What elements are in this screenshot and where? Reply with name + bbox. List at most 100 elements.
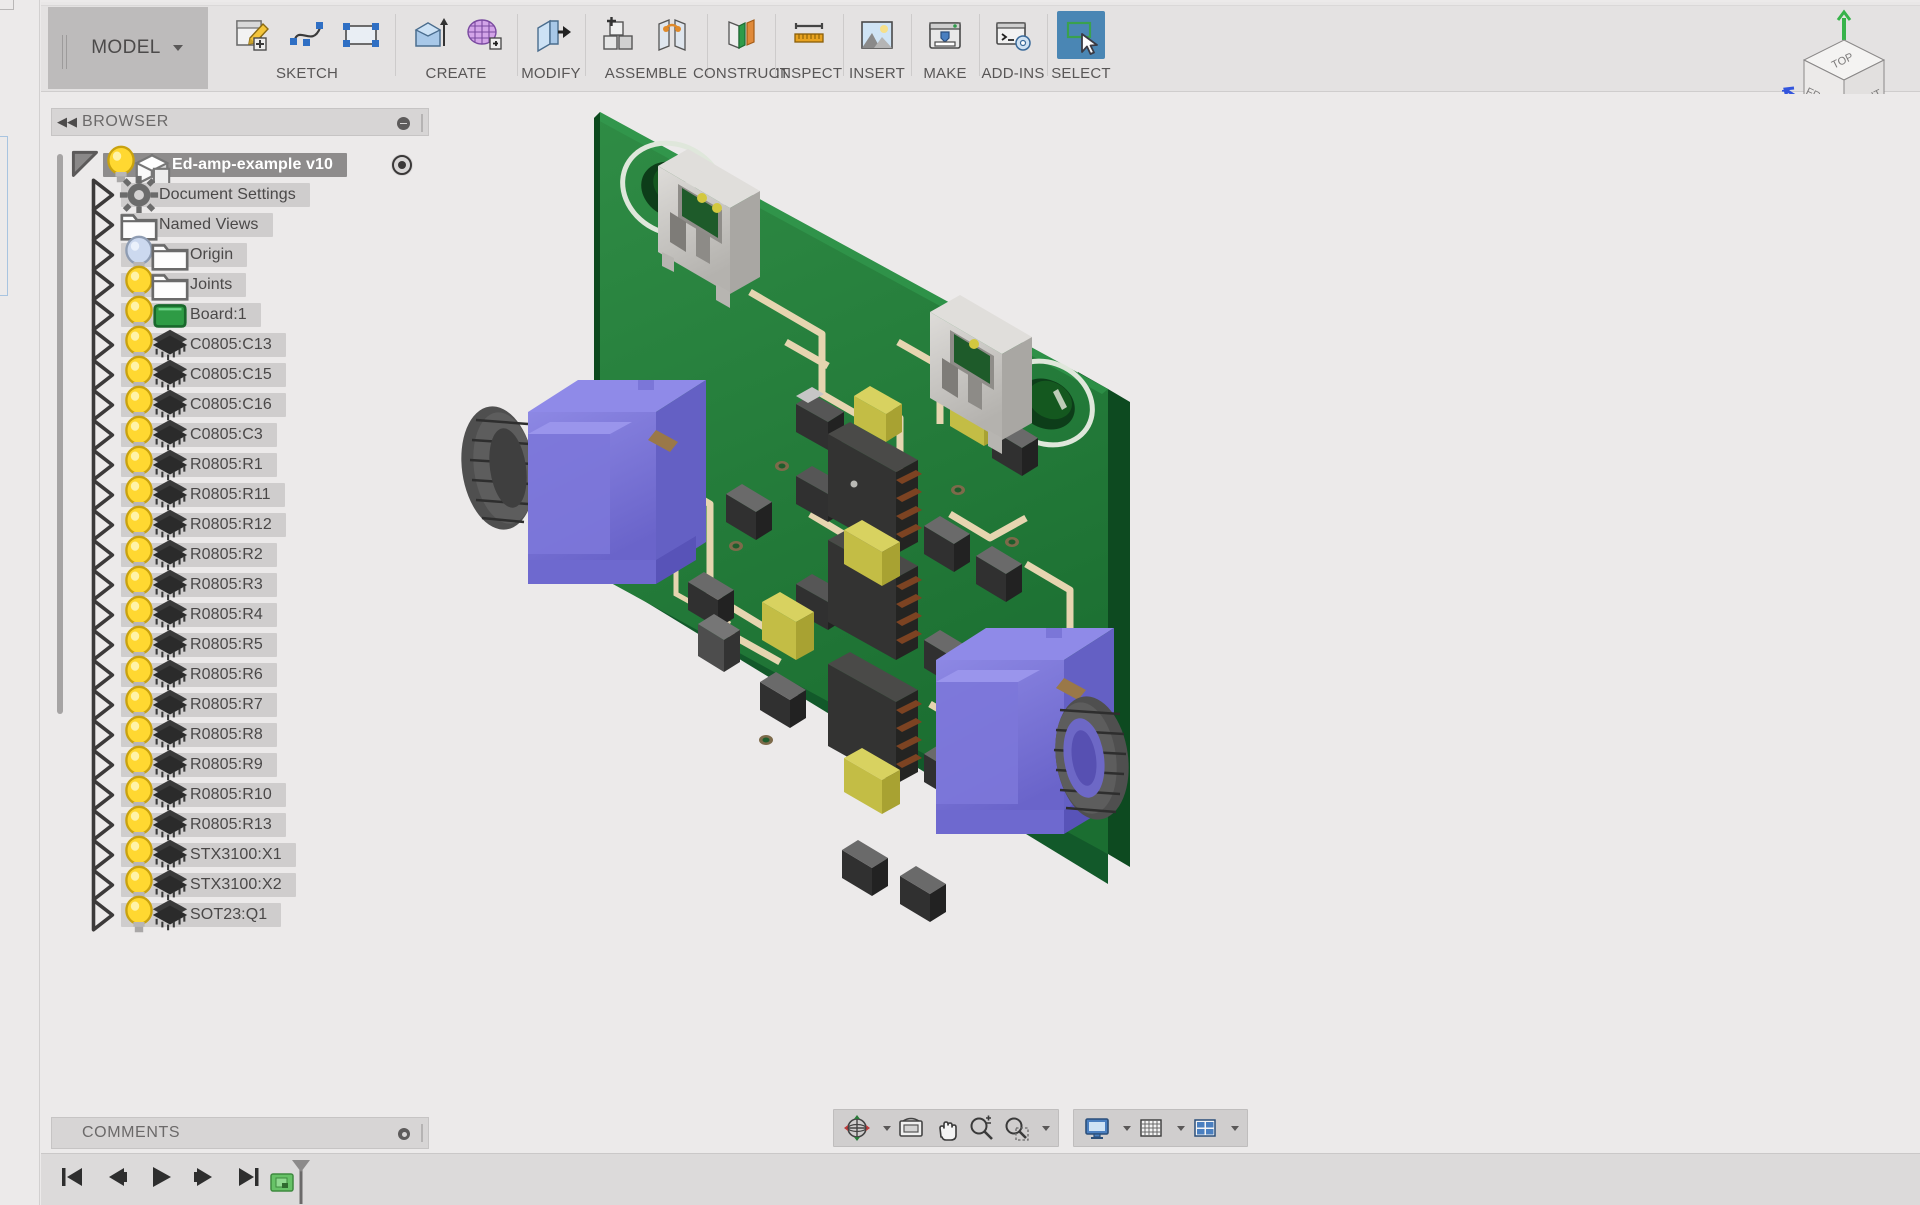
go-to-end-button[interactable]	[233, 1162, 263, 1192]
tree-item[interactable]: SOT23:Q1	[69, 900, 429, 930]
sketch-rectangle-icon[interactable]	[337, 11, 385, 59]
chip-icon	[159, 905, 181, 925]
lightbulb-on-icon[interactable]	[128, 875, 150, 895]
lightbulb-off-icon[interactable]	[128, 245, 150, 265]
minimize-icon[interactable]	[398, 1128, 410, 1140]
play-button[interactable]	[145, 1162, 175, 1192]
lightbulb-on-icon[interactable]	[128, 275, 150, 295]
ribbon-group-label[interactable]: MAKE	[923, 65, 966, 82]
tree-item-label: SOT23:Q1	[190, 906, 267, 924]
tree-item-label: R0805:R11	[190, 486, 271, 504]
ribbon-toolbar: MODEL SKETCH	[41, 2, 1920, 92]
lightbulb-on-icon[interactable]	[128, 635, 150, 655]
scripts-addins-icon[interactable]	[989, 11, 1037, 59]
timeline-end-marker[interactable]	[269, 1158, 313, 1205]
lightbulb-on-icon[interactable]	[128, 545, 150, 565]
ribbon-group-icons	[595, 4, 697, 62]
workspace-switcher[interactable]: MODEL	[48, 7, 208, 89]
lightbulb-on-icon[interactable]	[128, 905, 150, 925]
lightbulb-on-icon[interactable]	[128, 365, 150, 385]
collapse-left-icon[interactable]: ◀◀	[52, 114, 82, 130]
navigation-tools-group	[833, 1109, 1059, 1147]
create-sketch-icon[interactable]	[229, 11, 277, 59]
extrude-icon[interactable]	[405, 11, 453, 59]
component-icon	[141, 155, 163, 175]
fit-button[interactable]	[1002, 1114, 1030, 1142]
folder-icon	[159, 245, 181, 265]
pan-button[interactable]	[932, 1114, 960, 1142]
tree-item-content[interactable]: SOT23:Q1	[121, 903, 281, 927]
twisty-closed-icon[interactable]	[87, 894, 121, 936]
browser-scrollbar-thumb[interactable]	[57, 154, 63, 714]
lightbulb-on-icon[interactable]	[128, 515, 150, 535]
ribbon-group-label[interactable]: ASSEMBLE	[605, 65, 687, 82]
lightbulb-on-icon[interactable]	[128, 755, 150, 775]
look-at-button[interactable]	[897, 1114, 925, 1142]
offset-plane-icon[interactable]	[717, 11, 765, 59]
ribbon-group-label[interactable]: ADD-INS	[981, 65, 1044, 82]
chevron-down-icon	[173, 45, 183, 51]
chip-icon	[159, 515, 181, 535]
lightbulb-on-icon[interactable]	[128, 395, 150, 415]
lightbulb-on-icon[interactable]	[128, 425, 150, 445]
chevron-down-icon[interactable]	[1172, 1126, 1184, 1131]
lightbulb-on-icon[interactable]	[110, 155, 132, 175]
chip-icon	[159, 365, 181, 385]
lightbulb-on-icon[interactable]	[128, 485, 150, 505]
zoom-button[interactable]	[967, 1114, 995, 1142]
ribbon-group-label[interactable]: SKETCH	[276, 65, 338, 82]
3d-print-icon[interactable]	[921, 11, 969, 59]
lightbulb-on-icon[interactable]	[128, 695, 150, 715]
joint-icon[interactable]	[649, 11, 697, 59]
chevron-down-icon[interactable]	[878, 1126, 890, 1131]
lightbulb-on-icon[interactable]	[128, 455, 150, 475]
lightbulb-on-icon[interactable]	[128, 785, 150, 805]
grid-snaps-button[interactable]	[1137, 1114, 1165, 1142]
select-window-icon[interactable]	[1057, 11, 1105, 59]
ribbon-group-icons	[1057, 4, 1105, 62]
comments-panel[interactable]: COMMENTS	[51, 1117, 429, 1149]
display-settings-button[interactable]	[1083, 1114, 1111, 1142]
ribbon-groups: SKETCH CREATE MODIFY ASSEMBLE	[219, 4, 1920, 92]
minimize-icon[interactable]	[397, 117, 410, 130]
ribbon-group-label[interactable]: INSPECT	[776, 65, 842, 82]
chip-icon	[159, 785, 181, 805]
chip-icon	[159, 395, 181, 415]
panel-edge-grip	[421, 114, 423, 132]
new-component-icon[interactable]	[595, 11, 643, 59]
ribbon-group-create: CREATE	[395, 4, 517, 92]
orbit-button[interactable]	[843, 1114, 871, 1142]
tree-item-label: R0805:R13	[190, 816, 272, 834]
sketch-spline-icon[interactable]	[283, 11, 331, 59]
activate-component-icon[interactable]	[391, 154, 413, 176]
step-back-button[interactable]	[101, 1162, 131, 1192]
chip-icon	[159, 575, 181, 595]
go-to-beginning-button[interactable]	[57, 1162, 87, 1192]
ribbon-group-label[interactable]: MODIFY	[521, 65, 581, 82]
press-pull-icon[interactable]	[527, 11, 575, 59]
step-forward-button[interactable]	[189, 1162, 219, 1192]
lightbulb-on-icon[interactable]	[128, 725, 150, 745]
lightbulb-on-icon[interactable]	[128, 815, 150, 835]
lightbulb-on-icon[interactable]	[128, 665, 150, 685]
lightbulb-on-icon[interactable]	[128, 605, 150, 625]
ribbon-group-label[interactable]: INSERT	[849, 65, 905, 82]
chevron-down-icon[interactable]	[1226, 1126, 1238, 1131]
lightbulb-on-icon[interactable]	[128, 575, 150, 595]
viewports-button[interactable]	[1191, 1114, 1219, 1142]
insert-image-icon[interactable]	[853, 11, 901, 59]
chevron-down-icon[interactable]	[1118, 1126, 1130, 1131]
lightbulb-on-icon[interactable]	[128, 335, 150, 355]
chip-icon	[159, 455, 181, 475]
browser-panel: ◀◀ BROWSER Ed-amp-example v10	[51, 108, 429, 1113]
gear-icon	[128, 185, 150, 205]
ribbon-group-label[interactable]: SELECT	[1051, 65, 1111, 82]
3d-viewport[interactable]	[430, 94, 1920, 1153]
lightbulb-on-icon[interactable]	[128, 845, 150, 865]
tree-item-label: R0805:R5	[190, 636, 263, 654]
measure-icon[interactable]	[785, 11, 833, 59]
lightbulb-on-icon[interactable]	[128, 305, 150, 325]
create-form-icon[interactable]	[459, 11, 507, 59]
ribbon-group-label[interactable]: CREATE	[426, 65, 487, 82]
chevron-down-icon[interactable]	[1037, 1126, 1049, 1131]
